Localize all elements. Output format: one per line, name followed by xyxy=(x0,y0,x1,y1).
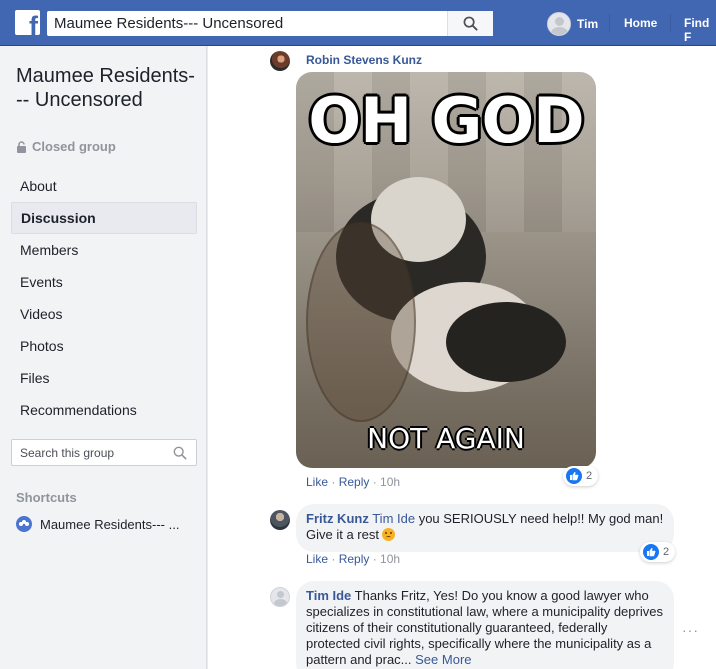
more-dots-icon[interactable]: ··· xyxy=(682,622,699,638)
global-search-input[interactable] xyxy=(47,11,442,36)
reply-button[interactable]: Reply xyxy=(339,552,370,566)
like-thumb-icon xyxy=(566,468,582,484)
gif-caption-top: OH GOD xyxy=(308,84,584,157)
comment-author[interactable]: Tim Ide xyxy=(306,588,351,603)
group-privacy: Closed group xyxy=(16,139,116,154)
profile-link[interactable]: Tim xyxy=(547,11,598,36)
avatar[interactable] xyxy=(270,51,290,71)
group-icon xyxy=(16,516,32,532)
panda-leg xyxy=(446,302,566,382)
comment-bubble: Tim Ide Thanks Fritz, Yes! Do you know a… xyxy=(296,581,674,669)
nav-item-events[interactable]: Events xyxy=(11,266,197,298)
group-title[interactable]: Maumee Residents--- Uncensored xyxy=(16,64,196,112)
comment-mention[interactable]: Tim Ide xyxy=(372,511,415,526)
nav-divider xyxy=(670,14,671,32)
comment-author[interactable]: Robin Stevens Kunz xyxy=(306,53,422,67)
reaction-count-pill[interactable]: 2 xyxy=(563,466,599,486)
like-button[interactable]: Like xyxy=(306,552,328,566)
comment-actions: Like · Reply · 10h xyxy=(306,475,401,489)
reaction-count: 2 xyxy=(586,470,593,482)
comment-author[interactable]: Fritz Kunz xyxy=(306,511,369,526)
nav-item-discussion[interactable]: Discussion xyxy=(11,202,197,234)
angry-face-icon xyxy=(381,528,395,541)
find-friends-link[interactable]: Find F xyxy=(684,16,716,44)
shortcut-label: Maumee Residents--- ... xyxy=(40,516,180,532)
nav-item-photos[interactable]: Photos xyxy=(11,330,197,362)
shortcut-group-link[interactable]: Maumee Residents--- ... xyxy=(16,516,179,532)
search-icon xyxy=(463,16,478,31)
lock-icon xyxy=(17,140,26,153)
avatar xyxy=(547,11,571,36)
nav-item-members[interactable]: Members xyxy=(11,234,197,266)
nav-divider xyxy=(609,14,610,32)
like-button[interactable]: Like xyxy=(306,475,328,489)
search-icon[interactable] xyxy=(173,446,187,460)
reaction-count: 2 xyxy=(663,546,670,558)
nav-item-videos[interactable]: Videos xyxy=(11,298,197,330)
search-button[interactable] xyxy=(447,11,493,36)
comment-text: Thanks Fritz, Yes! Do you know a good la… xyxy=(306,588,663,667)
avatar[interactable] xyxy=(270,587,290,607)
gif-caption-bottom: NOT AGAIN xyxy=(367,422,525,455)
profile-name: Tim xyxy=(577,16,599,31)
comment-time[interactable]: 10h xyxy=(380,552,400,566)
top-navigation-bar: f Tim Home Find F xyxy=(0,0,716,46)
comment-time[interactable]: 10h xyxy=(380,475,400,489)
nav-item-recommendations[interactable]: Recommendations xyxy=(11,394,197,426)
panda-chair xyxy=(306,222,416,422)
group-navigation: About Discussion Members Events Videos P… xyxy=(11,170,197,426)
reply-button[interactable]: Reply xyxy=(339,475,370,489)
privacy-label: Closed group xyxy=(32,139,116,154)
shortcuts-heading: Shortcuts xyxy=(16,490,77,505)
avatar[interactable] xyxy=(270,510,290,530)
reaction-count-pill[interactable]: 2 xyxy=(640,542,676,562)
nav-item-about[interactable]: About xyxy=(11,170,197,202)
gif-image[interactable]: OH GOD NOT AGAIN xyxy=(296,72,596,468)
nav-item-files[interactable]: Files xyxy=(11,362,197,394)
left-sidebar: Maumee Residents--- Uncensored Closed gr… xyxy=(0,46,207,669)
comments-panel: Robin Stevens Kunz OH GOD NOT AGAIN 2 Li… xyxy=(208,46,716,669)
facebook-logo-icon[interactable]: f xyxy=(15,10,40,35)
comment-bubble: Fritz Kunz Tim Ide you SERIOUSLY need he… xyxy=(296,504,674,552)
group-search-box xyxy=(11,439,197,466)
like-thumb-icon xyxy=(643,544,659,560)
comment-actions: Like · Reply · 10h xyxy=(306,552,401,566)
home-link[interactable]: Home xyxy=(624,16,657,30)
see-more-link[interactable]: See More xyxy=(415,652,471,667)
global-search-box xyxy=(47,11,493,36)
group-search-input[interactable] xyxy=(12,440,162,465)
